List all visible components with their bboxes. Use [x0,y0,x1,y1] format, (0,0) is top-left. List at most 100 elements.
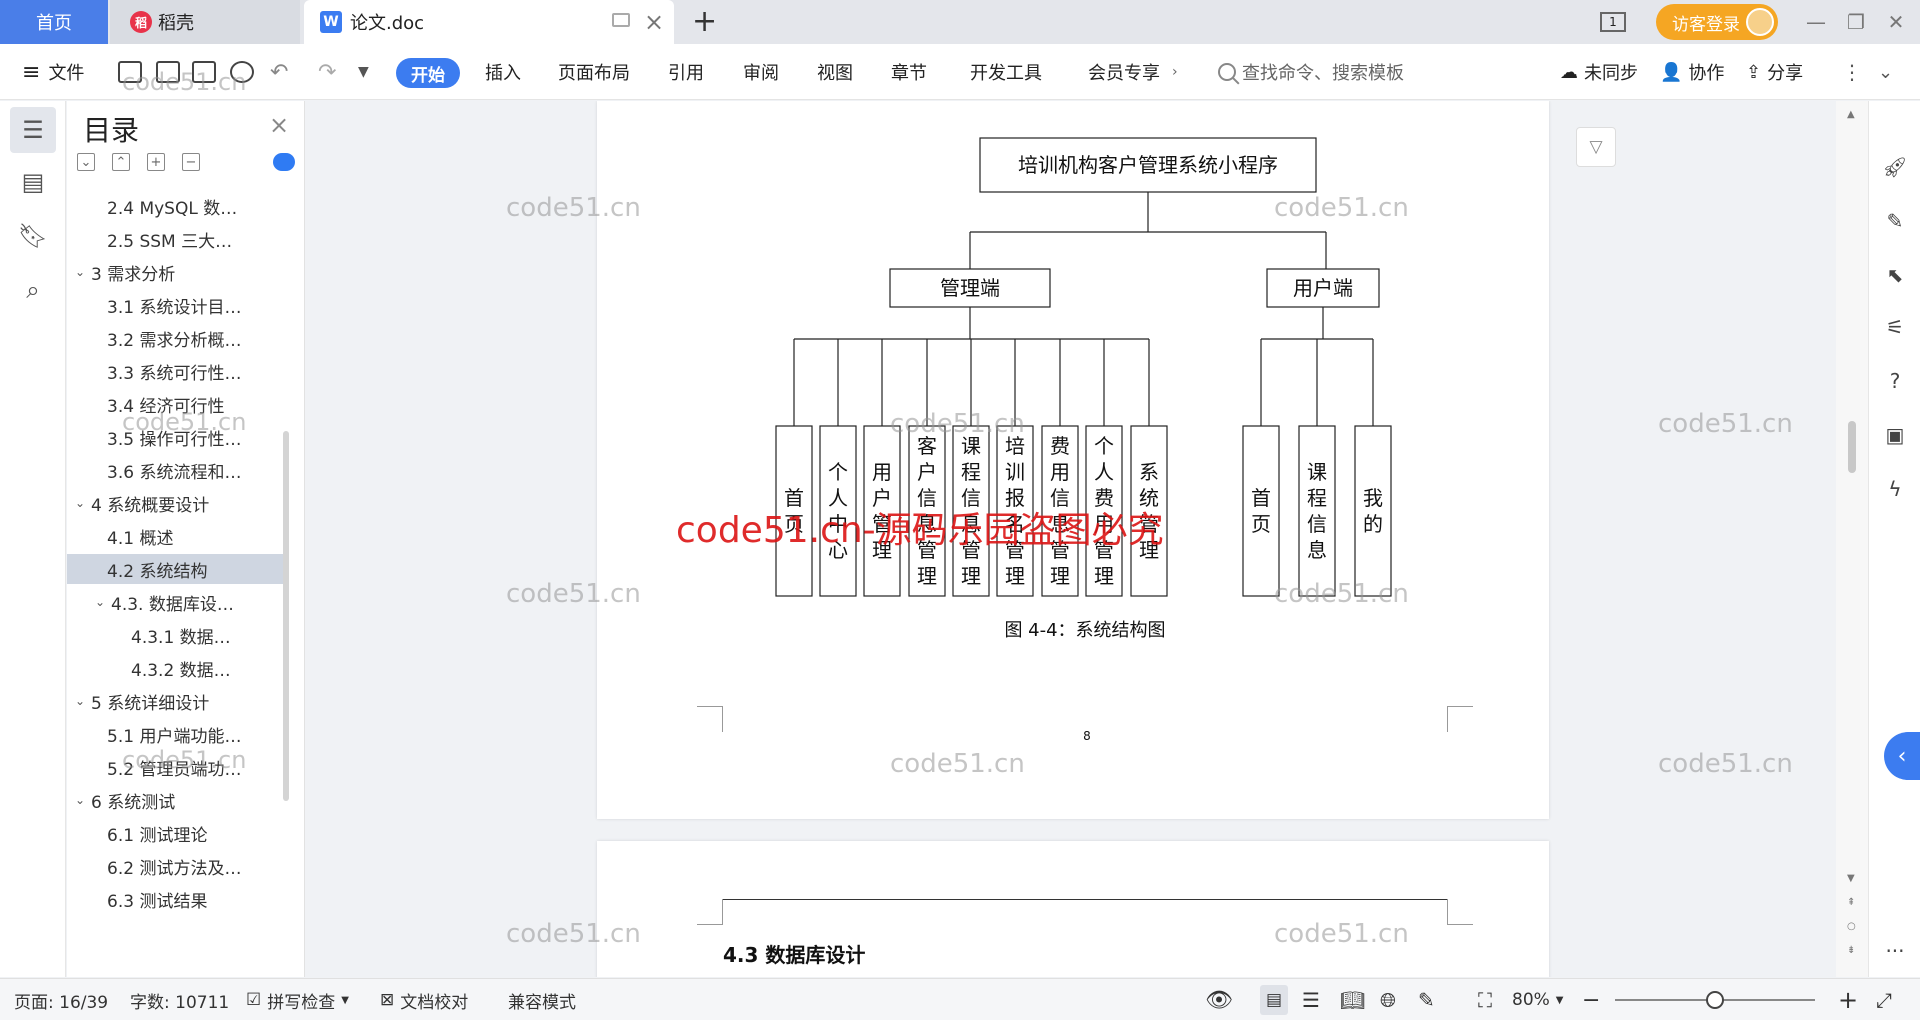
undo-icon[interactable]: ↶ [270,44,288,100]
help-icon[interactable]: ? [1881,367,1909,395]
ribbon-tab-page-layout[interactable]: 页面布局 [558,44,630,100]
ai-assistant-icon[interactable] [273,153,295,171]
more-horizontal-icon[interactable]: ··· [1881,937,1909,965]
word-count[interactable]: 字数: 10711 [130,979,229,1020]
guest-login-button[interactable]: 访客登录 [1656,4,1778,40]
tab-home[interactable]: 首页 [0,0,108,44]
chevron-down-icon[interactable]: ⌄ [75,265,91,279]
sliders-icon[interactable]: ⚟ [1881,313,1909,341]
zoom-slider-knob[interactable] [1706,991,1724,1009]
toc-item[interactable]: 4.1 概述 [67,521,289,551]
file-menu[interactable]: ≡ 文件 [22,44,84,100]
toc-item[interactable]: 4.3.2 数据… [67,653,289,683]
next-page-icon[interactable]: ⇟ [1847,945,1855,956]
toc-item[interactable]: 2.5 SSM 三大… [67,224,289,254]
web-view-icon[interactable]: 🌐︎ [1380,979,1396,1020]
fullscreen-icon[interactable]: ⤢ [1876,979,1892,1020]
toc-item[interactable]: 3.3 系统可行性… [67,356,289,386]
chevron-down-icon[interactable]: ⌄ [75,793,91,807]
format-painter-icon[interactable]: ▽ [1576,127,1616,167]
spell-check[interactable]: ☑ 拼写检查 ▼ [246,979,349,1020]
toc-item[interactable]: 4.2 系统结构 [67,554,289,584]
reading-view-icon[interactable]: 📖︎ [1340,979,1365,1020]
ribbon-tab-developer[interactable]: 开发工具 [970,44,1042,100]
ribbon-tab-insert[interactable]: 插入 [485,44,521,100]
image-tools-icon[interactable]: ▣ [1881,421,1909,449]
toc-item[interactable]: ⌄ 3 需求分析 [67,257,289,287]
page-count[interactable]: 页面: 16/39 [14,979,108,1020]
navigation-icon[interactable]: ▤ [10,159,56,205]
remove-heading-icon[interactable]: − [182,153,200,171]
rocket-icon[interactable]: 🚀︎ [1881,153,1909,181]
toc-item[interactable]: 5.1 用户端功能… [67,719,289,749]
toc-item[interactable]: ⌄ 4 系统概要设计 [67,488,289,518]
ribbon-more-icon[interactable]: › [1172,44,1178,100]
lightning-icon[interactable]: ϟ [1881,475,1909,503]
ribbon-tab-start[interactable]: 开始 [396,58,460,88]
page-view-icon[interactable]: ▤ [1260,985,1288,1015]
add-heading-icon[interactable]: + [147,153,165,171]
command-search[interactable]: 查找命令、搜索模板 [1218,44,1404,100]
toc-item[interactable]: 6.2 测试方法及… [67,851,289,881]
ribbon-tab-references[interactable]: 引用 [668,44,704,100]
chevron-down-icon[interactable]: ⌄ [95,595,111,609]
toc-scrollbar[interactable] [283,431,289,801]
outline-view-icon[interactable]: ☰ [1302,979,1320,1020]
select-browse-icon[interactable]: ○ [1847,921,1856,932]
pen-icon[interactable]: ✎ [1881,207,1909,235]
toc-panel-icon[interactable]: ☰ [10,107,56,153]
ribbon-tab-chapter[interactable]: 章节 [891,44,927,100]
ribbon-tab-view[interactable]: 视图 [817,44,853,100]
status-bar: 页面: 16/39 字数: 10711 ☑ 拼写检查 ▼ ⊠ 文档校对 兼容模式… [0,978,1920,1020]
vertical-scrollbar[interactable]: ▲ ▼ ⇞ ○ ⇟ [1836,101,1868,977]
scroll-thumb[interactable] [1848,421,1856,473]
tab-docer[interactable]: 稻 稻壳 [110,0,300,44]
page-indicator-icon[interactable]: 1 [1600,12,1626,32]
ribbon-tab-member[interactable]: 会员专享 [1088,44,1160,100]
prev-page-icon[interactable]: ⇞ [1847,897,1855,908]
close-tab-icon[interactable]: × [644,8,664,36]
toc-item[interactable]: 2.4 MySQL 数… [67,191,289,221]
chevron-down-icon[interactable]: ⌄ [75,496,91,510]
bookmark-icon[interactable]: 🔖︎ [10,213,56,259]
eye-protection-icon[interactable]: 👁︎ [1205,979,1233,1020]
chevron-down-icon[interactable]: ⌄ [75,694,91,708]
toc-item[interactable]: 4.3.1 数据… [67,620,289,650]
zoom-out-icon[interactable]: − [1582,979,1600,1020]
toc-item[interactable]: ⌄ 6 系统测试 [67,785,289,815]
sync-status[interactable]: ☁ 未同步 [1560,44,1638,100]
quick-access-dropdown-icon[interactable]: ▼ [358,44,369,100]
collapse-all-icon[interactable]: ⌃ [112,153,130,171]
cursor-icon[interactable]: ⬉ [1881,261,1909,289]
toc-item[interactable]: 3.2 需求分析概… [67,323,289,353]
redo-icon[interactable]: ↷ [318,44,336,100]
ribbon-tab-review[interactable]: 审阅 [743,44,779,100]
expand-all-icon[interactable]: ⌄ [77,153,95,171]
collapse-ribbon-icon[interactable]: ⌄ [1878,44,1893,100]
collaborate-label: 协作 [1688,63,1725,84]
tab-document[interactable]: W 论文.doc × [304,0,674,44]
toc-item[interactable]: 3.1 系统设计目… [67,290,289,320]
close-window-icon[interactable]: ✕ [1876,0,1916,44]
screen-icon[interactable] [612,13,630,27]
scroll-top-icon[interactable]: ▲ [1847,109,1855,120]
minimize-icon[interactable]: — [1796,0,1836,44]
more-vertical-icon[interactable]: ⋮ [1842,44,1862,100]
toc-item[interactable]: 6.1 测试理论 [67,818,289,848]
toc-item[interactable]: 6.3 测试结果 [67,884,289,914]
toc-item[interactable]: 3.6 系统流程和… [67,455,289,485]
toc-item[interactable]: ⌄ 4.3. 数据库设… [67,587,289,617]
pen-mode-icon[interactable]: ✎ [1418,979,1435,1020]
close-toc-icon[interactable]: × [269,111,289,139]
fit-page-icon[interactable]: ⛶ [1478,979,1492,1020]
zoom-in-icon[interactable]: + [1838,979,1858,1020]
scroll-down-icon[interactable]: ▼ [1847,873,1855,884]
new-tab-button[interactable]: + [692,4,717,39]
toc-item[interactable]: ⌄ 5 系统详细设计 [67,686,289,716]
doc-proofread[interactable]: ⊠ 文档校对 [380,979,468,1020]
zoom-level[interactable]: 80% ▼ [1512,979,1564,1020]
restore-icon[interactable]: ❐ [1836,0,1876,44]
collaborate-button[interactable]: 👤 协作 [1660,44,1724,100]
find-icon[interactable]: ⌕ [10,267,56,313]
share-button[interactable]: ⇪ 分享 [1746,44,1803,100]
